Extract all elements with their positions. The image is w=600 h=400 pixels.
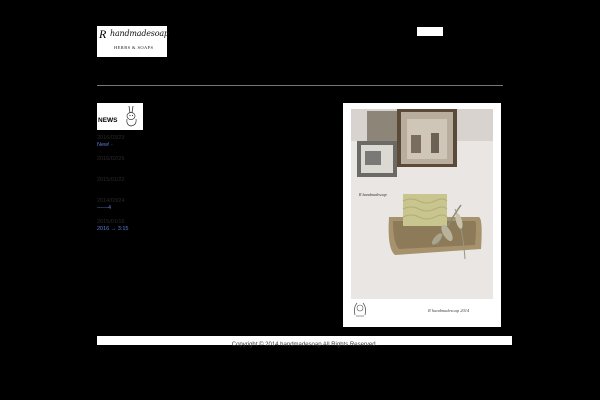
logo-tagline: HERBS & SOAPS xyxy=(114,45,154,50)
news-date: 2015/01/16 xyxy=(97,219,125,225)
news-link[interactable]: 2016 → 3:15 xyxy=(97,226,217,233)
news-item[interactable]: 2014/03/24 ――4 xyxy=(97,198,217,219)
news-title: NEWS xyxy=(98,117,118,124)
news-link[interactable]: ――4 xyxy=(97,205,217,212)
soap-still-life-photo: R handmadesoap xyxy=(351,109,493,299)
news-date: 2016/02/26 xyxy=(97,156,125,162)
news-item[interactable]: 2016/02/26 xyxy=(97,156,217,177)
news-date: 2015/01/22 xyxy=(97,177,125,183)
news-item[interactable]: 2015/01/22 xyxy=(97,177,217,198)
header-menu-button[interactable] xyxy=(417,27,443,36)
logo-name: handmadesoap xyxy=(110,29,169,38)
news-heading: NEWS xyxy=(97,103,143,130)
header-divider xyxy=(97,85,503,86)
news-item[interactable]: 2016/03/23 New! · xyxy=(97,135,217,156)
featured-photo-frame: R handmadesoap R handmadesoap 2014 xyxy=(343,103,501,327)
news-item[interactable]: 2015/01/16 2016 → 3:15 xyxy=(97,219,217,240)
news-date: 2016/03/23 xyxy=(97,135,125,141)
footer-copyright: Copyright © 2014 handmadesoap All Rights… xyxy=(231,342,378,348)
news-list: 2016/03/23 New! · 2016/02/26 2015/01/22 … xyxy=(97,135,217,240)
laurel-seal-icon xyxy=(353,302,367,317)
news-link[interactable]: New! · xyxy=(97,142,217,149)
svg-text:R handmadesoap: R handmadesoap xyxy=(358,192,387,197)
site-logo[interactable]: R handmadesoap HERBS & SOAPS xyxy=(97,26,169,57)
logo-mark: R xyxy=(99,27,107,41)
news-date: 2014/03/24 xyxy=(97,198,125,204)
photo-signature: R handmadesoap 2014 xyxy=(428,308,470,313)
rabbit-illustration-icon xyxy=(126,105,137,127)
